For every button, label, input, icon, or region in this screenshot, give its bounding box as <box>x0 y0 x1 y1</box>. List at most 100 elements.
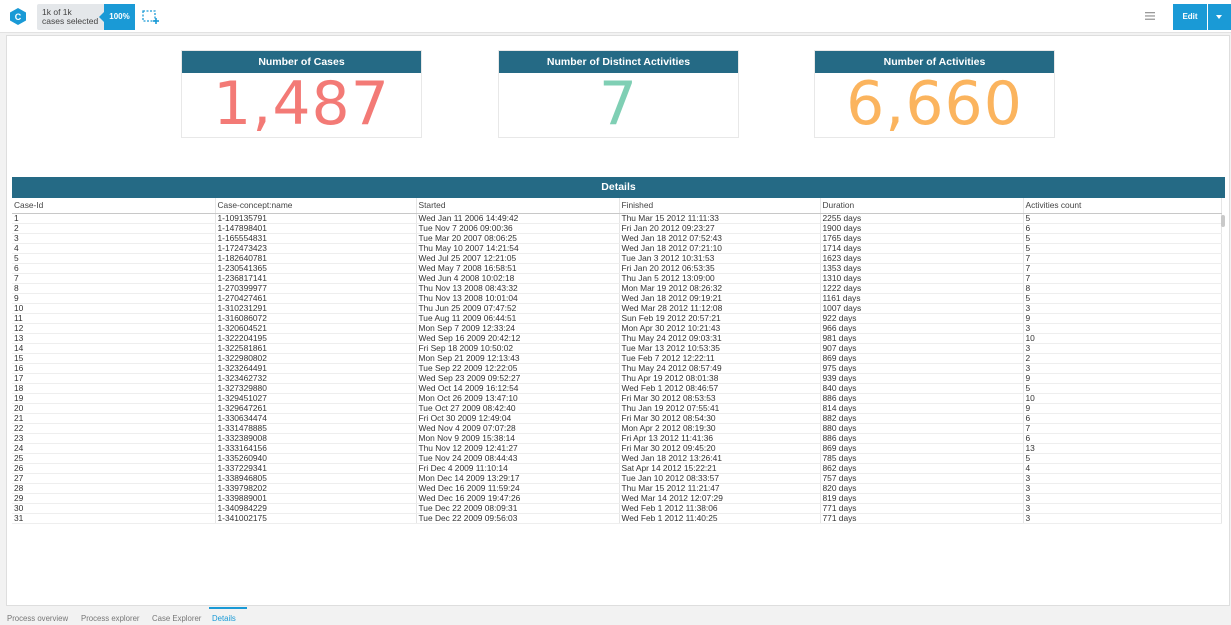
table-cell: 3 <box>1023 343 1222 354</box>
tab-case-explorer[interactable]: Case Explorer <box>152 614 201 623</box>
table-cell: Tue Feb 7 2012 12:22:11 <box>619 353 821 364</box>
table-row[interactable]: 21 1-330634474 Fri Oct 30 2009 12:49:04 Fri… <box>12 413 1222 424</box>
table-cell: Thu May 24 2012 08:57:49 <box>619 363 821 374</box>
column-header[interactable]: Duration <box>820 198 1024 214</box>
table-row[interactable]: 17 1-323462732 Wed Sep 23 2009 09:52:27 Thu… <box>12 373 1222 384</box>
tab-process-explorer[interactable]: Process explorer <box>81 614 140 623</box>
table-cell: Tue Dec 22 2009 09:56:03 <box>416 513 620 524</box>
table-cell: 1-270427461 <box>215 293 417 304</box>
table-cell: 28 <box>12 483 216 494</box>
table-cell: 8 <box>12 283 216 294</box>
table-row[interactable]: 20 1-329647261 Tue Oct 27 2009 08:42:40 Thu… <box>12 403 1222 414</box>
sheet-tabs: Process overview Process explorer Case E… <box>0 607 1231 625</box>
table-cell: Thu Jan 5 2012 13:09:00 <box>619 273 821 284</box>
edit-dropdown-button[interactable] <box>1208 4 1231 30</box>
column-header[interactable]: Activities count <box>1023 198 1222 214</box>
table-cell: Mon Apr 30 2012 10:21:43 <box>619 323 821 334</box>
table-row[interactable]: 29 1-339889001 Wed Dec 16 2009 19:47:26 Wed… <box>12 493 1222 504</box>
selection-label: cases selected <box>42 16 99 26</box>
table-cell: 1-165554831 <box>215 233 417 244</box>
table-cell: 30 <box>12 503 216 514</box>
table-row[interactable]: 1 1-109135791 Wed Jan 11 2006 14:49:42 Thu … <box>12 213 1222 224</box>
table-cell: 2 <box>1023 353 1222 364</box>
kpi-number-of-cases[interactable]: Number of Cases 1,487 <box>181 50 422 138</box>
table-row[interactable]: 25 1-335260940 Tue Nov 24 2009 08:44:43 Wed… <box>12 453 1222 464</box>
selection-summary[interactable]: 1k of 1k cases selected <box>37 4 105 30</box>
table-cell: Fri Jan 20 2012 09:23:27 <box>619 223 821 234</box>
table-cell: 6 <box>1023 433 1222 444</box>
table-cell: Wed Feb 1 2012 08:46:57 <box>619 383 821 394</box>
table-cell: 2255 days <box>820 213 1024 224</box>
kpi-number-of-activities[interactable]: Number of Activities 6,660 <box>814 50 1055 138</box>
table-row[interactable]: 23 1-332389008 Mon Nov 9 2009 15:38:14 Fri … <box>12 433 1222 444</box>
table-cell: Fri Mar 30 2012 08:53:53 <box>619 393 821 404</box>
column-header[interactable]: Finished <box>619 198 821 214</box>
tab-process-overview[interactable]: Process overview <box>7 614 68 623</box>
table-row[interactable]: 3 1-165554831 Tue Mar 20 2007 08:06:25 Wed … <box>12 233 1222 244</box>
table-cell: 1-320604521 <box>215 323 417 334</box>
table-cell: 6 <box>1023 413 1222 424</box>
table-row[interactable]: 14 1-322581861 Fri Sep 18 2009 10:50:02 Tue… <box>12 343 1222 354</box>
table-cell: Fri Sep 18 2009 10:50:02 <box>416 343 620 354</box>
table-row[interactable]: 4 1-172473423 Thu May 10 2007 14:21:54 Wed … <box>12 243 1222 254</box>
table-row[interactable]: 13 1-322204195 Wed Sep 16 2009 20:42:12 Thu… <box>12 333 1222 344</box>
table-cell: 1-323264491 <box>215 363 417 374</box>
table-row[interactable]: 16 1-323264491 Tue Sep 22 2009 12:22:05 Thu… <box>12 363 1222 374</box>
table-cell: 771 days <box>820 503 1024 514</box>
table-row[interactable]: 9 1-270427461 Thu Nov 13 2008 10:01:04 Wed … <box>12 293 1222 304</box>
column-header[interactable]: Case-Id <box>12 198 216 214</box>
table-cell: 1353 days <box>820 263 1024 274</box>
table-row[interactable]: 15 1-322980802 Mon Sep 21 2009 12:13:43 Tue… <box>12 353 1222 364</box>
table-cell: 1765 days <box>820 233 1024 244</box>
table-cell: 1-172473423 <box>215 243 417 254</box>
table-cell: 9 <box>12 293 216 304</box>
table-row[interactable]: 27 1-338946805 Mon Dec 14 2009 13:29:17 Tue… <box>12 473 1222 484</box>
column-header[interactable]: Started <box>416 198 620 214</box>
table-cell: Tue Jan 3 2012 10:31:53 <box>619 253 821 264</box>
kpi-value: 6,660 <box>846 69 1023 139</box>
add-selection-icon[interactable] <box>142 9 160 25</box>
table-row[interactable]: 8 1-270399977 Thu Nov 13 2008 08:43:32 Mon … <box>12 283 1222 294</box>
column-header[interactable]: Case-concept:name <box>215 198 417 214</box>
tab-details[interactable]: Details <box>209 607 247 623</box>
table-cell: 7 <box>1023 423 1222 434</box>
hamburger-menu-icon[interactable] <box>1145 11 1155 21</box>
table-scrollbar[interactable] <box>1221 215 1225 227</box>
table-row[interactable]: 10 1-310231291 Thu Jun 25 2009 07:47:52 Wed… <box>12 303 1222 314</box>
table-row[interactable]: 30 1-340984229 Tue Dec 22 2009 08:09:31 Wed… <box>12 503 1222 514</box>
table-row[interactable]: 26 1-337229341 Fri Dec 4 2009 11:10:14 Sat … <box>12 463 1222 474</box>
table-cell: 6 <box>1023 223 1222 234</box>
table-cell: 1-322204195 <box>215 333 417 344</box>
table-cell: 1007 days <box>820 303 1024 314</box>
table-cell: Wed May 7 2008 16:58:51 <box>416 263 620 274</box>
table-row[interactable]: 31 1-341002175 Tue Dec 22 2009 09:56:03 Wed… <box>12 513 1222 524</box>
table-row[interactable]: 7 1-236817141 Wed Jun 4 2008 10:02:18 Thu J… <box>12 273 1222 284</box>
table-cell: 771 days <box>820 513 1024 524</box>
table-row[interactable]: 22 1-331478885 Wed Nov 4 2009 07:07:28 Mon … <box>12 423 1222 434</box>
table-row[interactable]: 12 1-320604521 Mon Sep 7 2009 12:33:24 Mon … <box>12 323 1222 334</box>
table-row[interactable]: 2 1-147898401 Tue Nov 7 2006 09:00:36 Fri J… <box>12 223 1222 234</box>
table-cell: Tue Nov 7 2006 09:00:36 <box>416 223 620 234</box>
table-cell: 20 <box>12 403 216 414</box>
table-cell: 1-333164156 <box>215 443 417 454</box>
table-cell: Thu Mar 15 2012 11:21:47 <box>619 483 821 494</box>
table-cell: 1-339798202 <box>215 483 417 494</box>
table-cell: Sat Apr 14 2012 15:22:21 <box>619 463 821 474</box>
table-cell: Thu Apr 19 2012 08:01:38 <box>619 373 821 384</box>
table-row[interactable]: 5 1-182640781 Wed Jul 25 2007 12:21:05 Tue … <box>12 253 1222 264</box>
table-row[interactable]: 6 1-230541365 Wed May 7 2008 16:58:51 Fri J… <box>12 263 1222 274</box>
table-row[interactable]: 19 1-329451027 Mon Oct 26 2009 13:47:10 Fri… <box>12 393 1222 404</box>
table-cell: 7 <box>12 273 216 284</box>
table-row[interactable]: 28 1-339798202 Wed Dec 16 2009 11:59:24 Thu… <box>12 483 1222 494</box>
table-row[interactable]: 11 1-316086072 Tue Aug 11 2009 06:44:51 Sun… <box>12 313 1222 324</box>
table-row[interactable]: 24 1-333164156 Thu Nov 12 2009 12:41:27 Fri… <box>12 443 1222 454</box>
app-logo-icon[interactable]: C <box>10 8 26 25</box>
kpi-distinct-activities[interactable]: Number of Distinct Activities 7 <box>498 50 739 138</box>
edit-button[interactable]: Edit <box>1173 4 1207 30</box>
table-cell: 1-109135791 <box>215 213 417 224</box>
table-cell: Tue Aug 11 2009 06:44:51 <box>416 313 620 324</box>
table-cell: 939 days <box>820 373 1024 384</box>
table-cell: 1-330634474 <box>215 413 417 424</box>
table-cell: 869 days <box>820 353 1024 364</box>
table-row[interactable]: 18 1-327329880 Wed Oct 14 2009 16:12:54 Wed… <box>12 383 1222 394</box>
